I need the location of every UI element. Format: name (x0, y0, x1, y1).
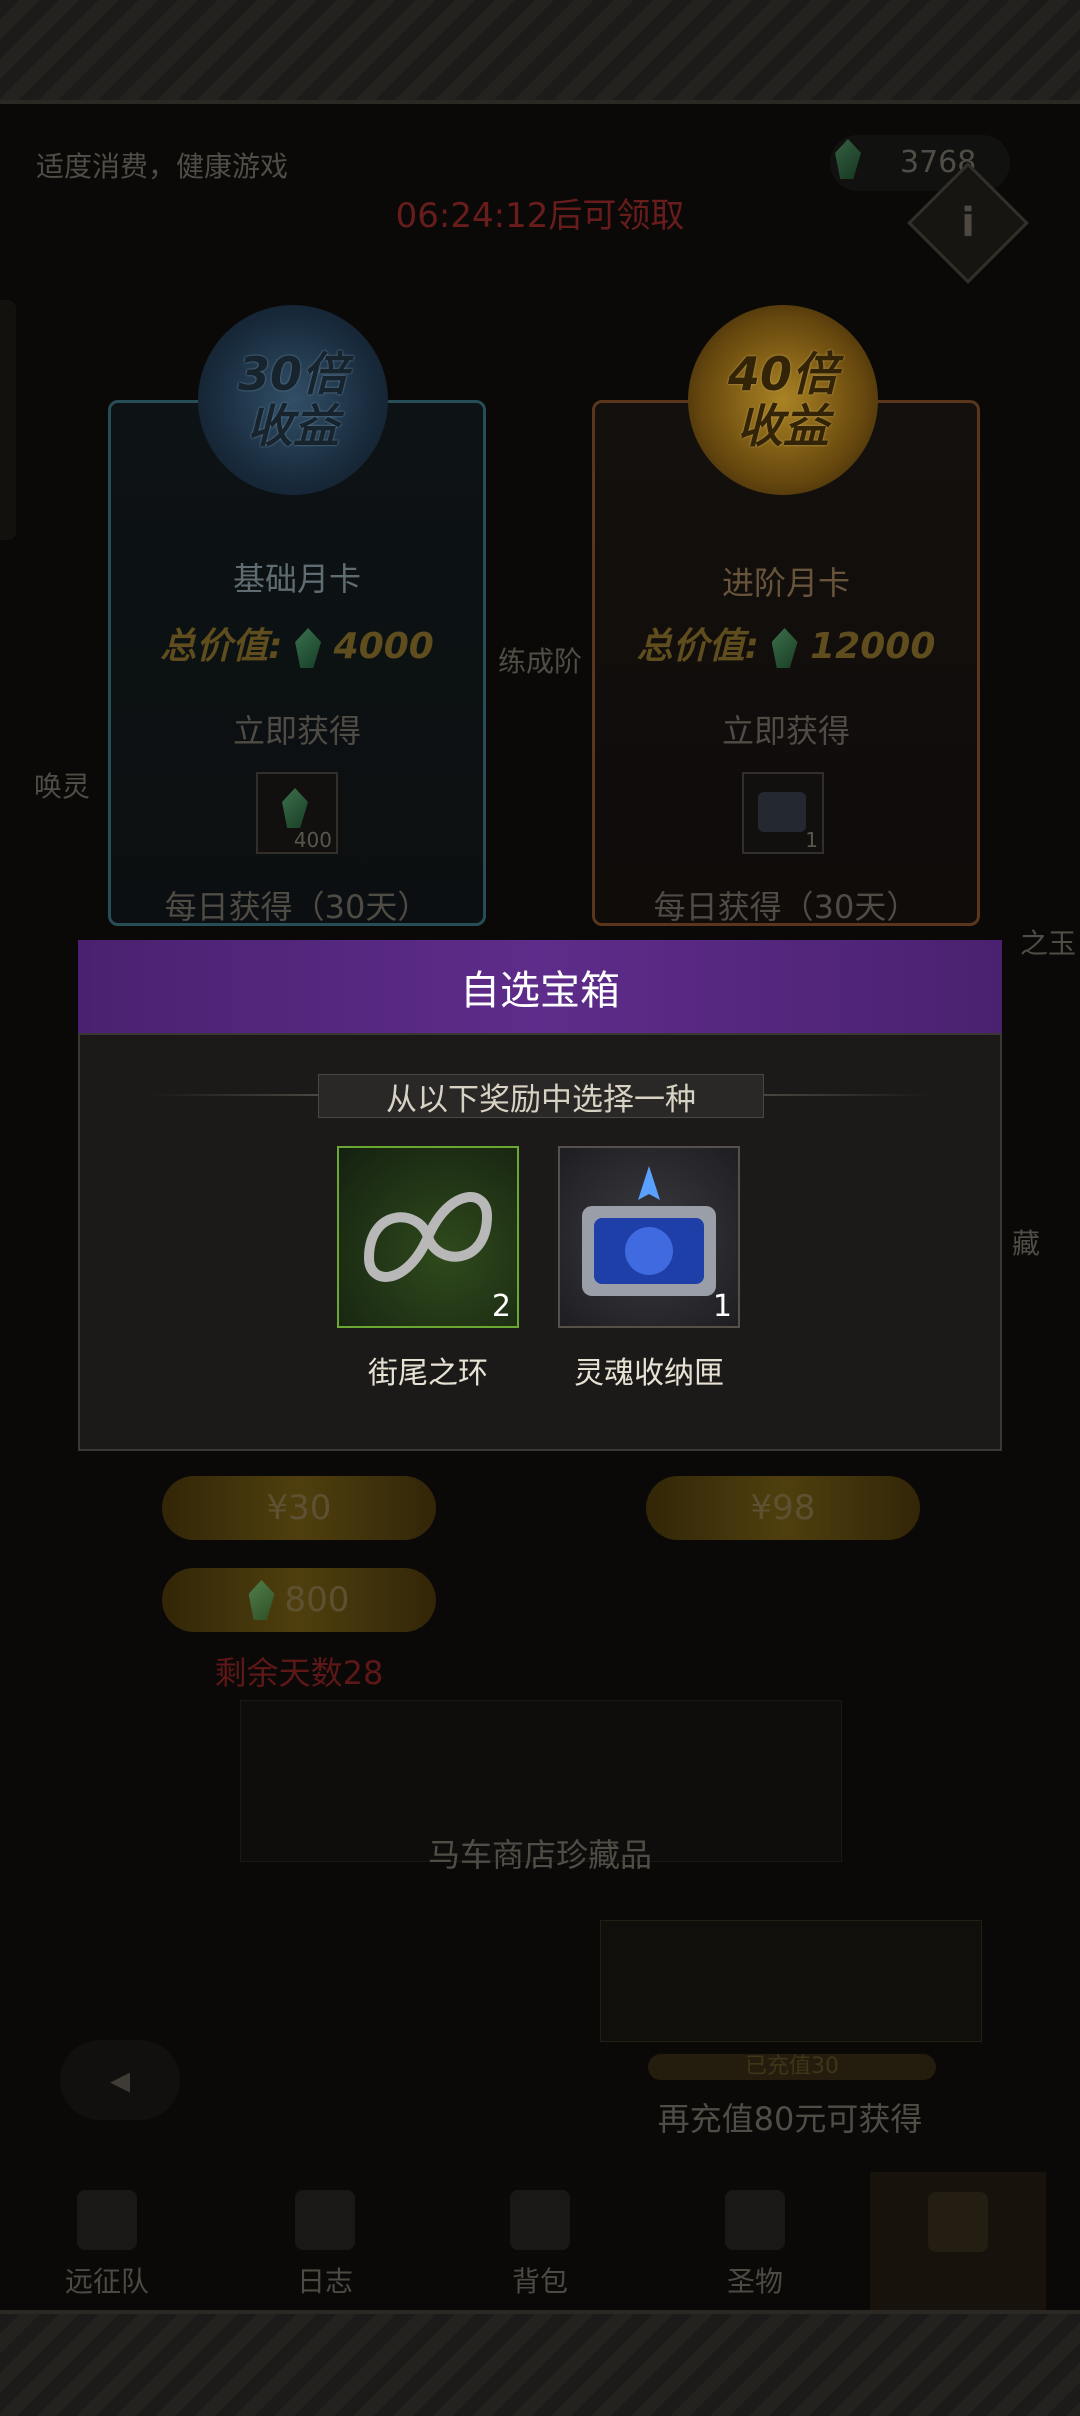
relic-icon (725, 2190, 785, 2250)
chest-name: 灵魂收纳匣 (574, 1356, 724, 1391)
basic-remaining-days: 剩余天数28 (214, 1654, 384, 1692)
chest-count: 1 (712, 1289, 732, 1324)
basic-price-button[interactable]: ¥30 (162, 1476, 436, 1540)
basic-card-title: 基础月卡 (232, 560, 361, 598)
basic-instant-item[interactable]: 400 (256, 772, 338, 854)
reward-option-ring[interactable]: 2 (337, 1146, 519, 1328)
ring-count: 2 (491, 1289, 511, 1324)
modal-title: 自选宝箱 (460, 967, 620, 1014)
health-notice: 适度消费，健康游戏 (36, 150, 289, 183)
prompt-divider-left (150, 1094, 318, 1096)
nav-relic[interactable]: 圣物 (695, 2260, 815, 2300)
nav-expedition[interactable]: 远征队 (47, 2260, 167, 2300)
nav-bag[interactable]: 背包 (480, 2260, 600, 2300)
right-partial-label-2: 藏 (1012, 1227, 1041, 1260)
basic-daily-claim-button[interactable]: 800 (162, 1568, 436, 1632)
advanced-instant-label: 立即获得 (721, 712, 850, 750)
advanced-total-value: 总价值: 12000 (636, 626, 936, 668)
journal-icon (295, 2190, 355, 2250)
top-ornament-band (0, 0, 1080, 104)
choose-prompt-text: 从以下奖励中选择一种 (386, 1081, 696, 1118)
gem-icon (771, 628, 798, 668)
advanced-bonus-badge: 40倍 收益 (688, 305, 878, 495)
chest-icon (582, 1166, 716, 1296)
modal-title-bar: 自选宝箱 (78, 940, 1002, 1033)
gem-icon (295, 628, 322, 668)
reward-option-chest[interactable]: 1 (558, 1146, 740, 1328)
basic-instant-label: 立即获得 (232, 712, 361, 750)
back-arrow-button[interactable]: ◂ (60, 2040, 180, 2120)
basic-total-value: 总价值: 4000 (160, 626, 434, 668)
bottom-ornament-band (0, 2310, 1080, 2416)
center-partial-label: 练成阶 (498, 645, 583, 678)
basic-bonus-badge: 30倍 收益 (198, 305, 388, 495)
nav-shop[interactable] (870, 2172, 1046, 2312)
recharge-hint: 再充值80元可获得 (657, 2100, 923, 2138)
advanced-daily-label: 每日获得（30天） (653, 888, 919, 926)
gem-icon (282, 788, 308, 828)
arrow-left-icon: ◂ (109, 2057, 131, 2103)
summon-label: 唤灵 (34, 770, 91, 803)
recharge-progress: 已充值30 (648, 2054, 936, 2080)
advanced-price-button[interactable]: ¥98 (646, 1476, 920, 1540)
ring-icon (363, 1192, 493, 1282)
prompt-divider-right (762, 1094, 930, 1096)
ring-name: 街尾之环 (368, 1356, 488, 1391)
helmet-icon (77, 2190, 137, 2250)
carriage-shop-label: 马车商店珍藏品 (427, 1836, 652, 1874)
info-icon: i (961, 200, 975, 246)
side-tab[interactable] (0, 300, 16, 540)
basic-instant-item-count: 400 (293, 828, 332, 852)
recharge-reward-banner[interactable] (600, 1920, 982, 2042)
basic-daily-label: 每日获得（30天） (164, 888, 430, 926)
advanced-card-title: 进阶月卡 (721, 564, 850, 602)
bag-icon (510, 2190, 570, 2250)
nav-journal[interactable]: 日志 (265, 2260, 385, 2300)
gem-icon (835, 139, 861, 179)
choose-prompt: 从以下奖励中选择一种 (318, 1074, 764, 1118)
chest-icon (758, 792, 806, 832)
advanced-instant-item[interactable]: 1 (742, 772, 824, 854)
shop-icon (928, 2192, 988, 2252)
advanced-instant-item-count: 1 (805, 828, 818, 852)
right-partial-label-1: 之玉 (1020, 927, 1077, 960)
gem-icon (248, 1580, 275, 1620)
claim-countdown: 06:24:12后可领取 (395, 196, 685, 236)
